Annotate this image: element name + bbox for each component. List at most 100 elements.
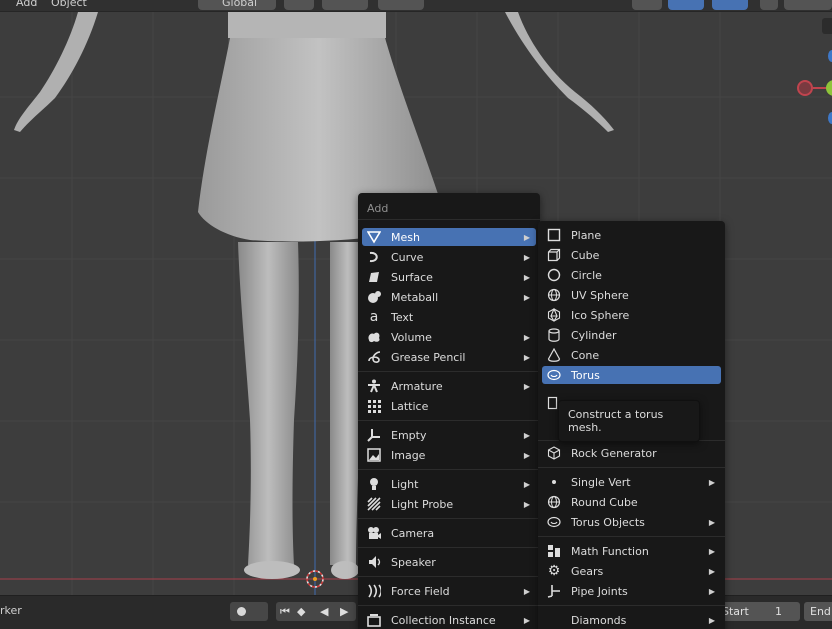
collection-icon xyxy=(366,612,382,628)
tooltip-text: Construct a torus mesh. xyxy=(568,408,664,434)
menu-item-curve[interactable]: Curve ▶ xyxy=(362,248,536,266)
select-mode-button[interactable] xyxy=(632,0,662,10)
pivot-dropdown[interactable] xyxy=(284,0,314,10)
start-value: 1 xyxy=(775,605,782,618)
end-frame-field[interactable]: End xyxy=(804,602,832,621)
submenu-arrow-icon: ▶ xyxy=(708,586,716,596)
submenu-arrow-icon: ▶ xyxy=(523,586,531,596)
mesh-item-diamonds[interactable]: Diamonds ▶ xyxy=(542,611,721,629)
menu-add[interactable]: Add xyxy=(16,0,37,9)
image-icon xyxy=(366,447,382,463)
xray-toggle[interactable] xyxy=(760,0,778,10)
menu-item-light-probe[interactable]: Light Probe ▶ xyxy=(362,495,536,513)
gears-icon: ⚙ xyxy=(547,563,561,579)
menu-item-collection-instance[interactable]: Collection Instance ▶ xyxy=(362,611,536,629)
keyframe-type-dropdown[interactable] xyxy=(230,602,268,621)
round-cube-icon xyxy=(546,494,562,510)
mesh-item-single-vert[interactable]: Single Vert ▶ xyxy=(542,473,721,491)
volume-icon xyxy=(366,329,382,345)
uv-sphere-icon xyxy=(546,287,562,303)
submenu-arrow-icon: ▶ xyxy=(523,430,531,440)
cylinder-icon xyxy=(546,327,562,343)
marker-menu[interactable]: rker xyxy=(0,604,22,617)
snap-toggle[interactable] xyxy=(322,0,368,10)
menu-item-light[interactable]: Light ▶ xyxy=(362,475,536,493)
overlay-toggle[interactable] xyxy=(712,0,748,10)
submenu-arrow-icon: ▶ xyxy=(523,479,531,489)
mesh-item-circle[interactable]: Circle xyxy=(542,266,721,284)
curve-icon xyxy=(366,249,382,265)
menu-item-metaball[interactable]: Metaball ▶ xyxy=(362,288,536,306)
submenu-arrow-icon: ▶ xyxy=(523,332,531,342)
submenu-arrow-icon: ▶ xyxy=(523,450,531,460)
plane-icon xyxy=(546,227,562,243)
single-vert-icon xyxy=(546,474,562,490)
start-label: Start xyxy=(722,605,749,618)
gizmo-x-negative-icon[interactable] xyxy=(797,80,813,96)
cube-icon xyxy=(546,247,562,263)
menu-item-image[interactable]: Image ▶ xyxy=(362,446,536,464)
shading-buttons[interactable] xyxy=(784,0,832,10)
cone-icon xyxy=(546,347,562,363)
circle-icon xyxy=(546,267,562,283)
submenu-arrow-icon: ▶ xyxy=(708,477,716,487)
submenu-arrow-icon: ▶ xyxy=(708,615,716,625)
menu-item-mesh[interactable]: Mesh ▶ xyxy=(362,228,536,246)
play-reverse-icon[interactable]: ◀ xyxy=(320,605,328,618)
submenu-arrow-icon: ▶ xyxy=(708,546,716,556)
force-field-icon xyxy=(366,583,382,599)
mesh-item-round-cube[interactable]: Round Cube xyxy=(542,493,721,511)
menu-item-lattice[interactable]: Lattice xyxy=(362,397,536,415)
start-frame-field[interactable]: Start 1 xyxy=(716,602,800,621)
mesh-item-torus[interactable]: Torus xyxy=(542,366,721,384)
menu-item-armature[interactable]: Armature ▶ xyxy=(362,377,536,395)
submenu-arrow-icon: ▶ xyxy=(708,566,716,576)
submenu-arrow-icon: ▶ xyxy=(708,517,716,527)
jump-start-icon[interactable]: ⏮ xyxy=(280,605,290,619)
record-icon xyxy=(237,607,246,616)
add-menu: Add Mesh ▶ Curve ▶ Surface ▶ Metaball ▶ … xyxy=(358,193,540,629)
menu-item-empty[interactable]: Empty ▶ xyxy=(362,426,536,444)
mesh-item-cylinder[interactable]: Cylinder xyxy=(542,326,721,344)
gizmo-z-negative-icon[interactable] xyxy=(828,112,832,124)
prev-keyframe-icon[interactable]: ◆ xyxy=(297,605,305,618)
menu-item-surface[interactable]: Surface ▶ xyxy=(362,268,536,286)
gizmo-z-icon[interactable] xyxy=(828,50,832,62)
submenu-arrow-icon: ▶ xyxy=(523,272,531,282)
playback-controls[interactable]: ⏮ ◆ ◀ ▶ xyxy=(276,602,356,621)
mesh-item-cube[interactable]: Cube xyxy=(542,246,721,264)
mesh-item-plane[interactable]: Plane xyxy=(542,226,721,244)
viewport-header: Add Object Global xyxy=(0,0,832,12)
submenu-arrow-icon: ▶ xyxy=(523,252,531,262)
menu-object[interactable]: Object xyxy=(51,0,87,9)
mesh-item-ico-sphere[interactable]: Ico Sphere xyxy=(542,306,721,324)
menu-item-camera[interactable]: Camera xyxy=(362,524,536,542)
submenu-arrow-icon: ▶ xyxy=(523,232,531,242)
mesh-item-torus-objects[interactable]: Torus Objects ▶ xyxy=(542,513,721,531)
end-label: End xyxy=(810,605,831,618)
menu-item-grease-pencil[interactable]: Grease Pencil ▶ xyxy=(362,348,536,366)
math-function-icon xyxy=(546,543,562,559)
menu-item-speaker[interactable]: Speaker xyxy=(362,553,536,571)
mesh-item-uv-sphere[interactable]: UV Sphere xyxy=(542,286,721,304)
diamonds-icon xyxy=(546,612,562,628)
menu-item-force-field[interactable]: Force Field ▶ xyxy=(362,582,536,600)
text-icon: a xyxy=(369,309,379,325)
torus-objects-icon xyxy=(546,514,562,530)
mesh-item-gears[interactable]: ⚙ Gears ▶ xyxy=(542,562,721,580)
proportional-edit-toggle[interactable] xyxy=(378,0,424,10)
menu-item-volume[interactable]: Volume ▶ xyxy=(362,328,536,346)
gizmo-toggle[interactable] xyxy=(668,0,704,10)
torus-icon xyxy=(546,367,562,383)
mesh-item-rock-generator[interactable]: Rock Generator xyxy=(542,444,721,462)
torus-tooltip: Construct a torus mesh. xyxy=(558,400,700,442)
mesh-item-cone[interactable]: Cone xyxy=(542,346,721,364)
viewport-corner-button[interactable] xyxy=(822,18,832,34)
mesh-item-math-function[interactable]: Math Function ▶ xyxy=(542,542,721,560)
menu-item-text[interactable]: a Text xyxy=(362,308,536,326)
submenu-arrow-icon: ▶ xyxy=(523,381,531,391)
play-icon[interactable]: ▶ xyxy=(340,605,348,618)
add-menu-title: Add xyxy=(367,202,389,215)
mesh-item-pipe-joints[interactable]: Pipe Joints ▶ xyxy=(542,582,721,600)
rock-generator-icon xyxy=(546,445,562,461)
